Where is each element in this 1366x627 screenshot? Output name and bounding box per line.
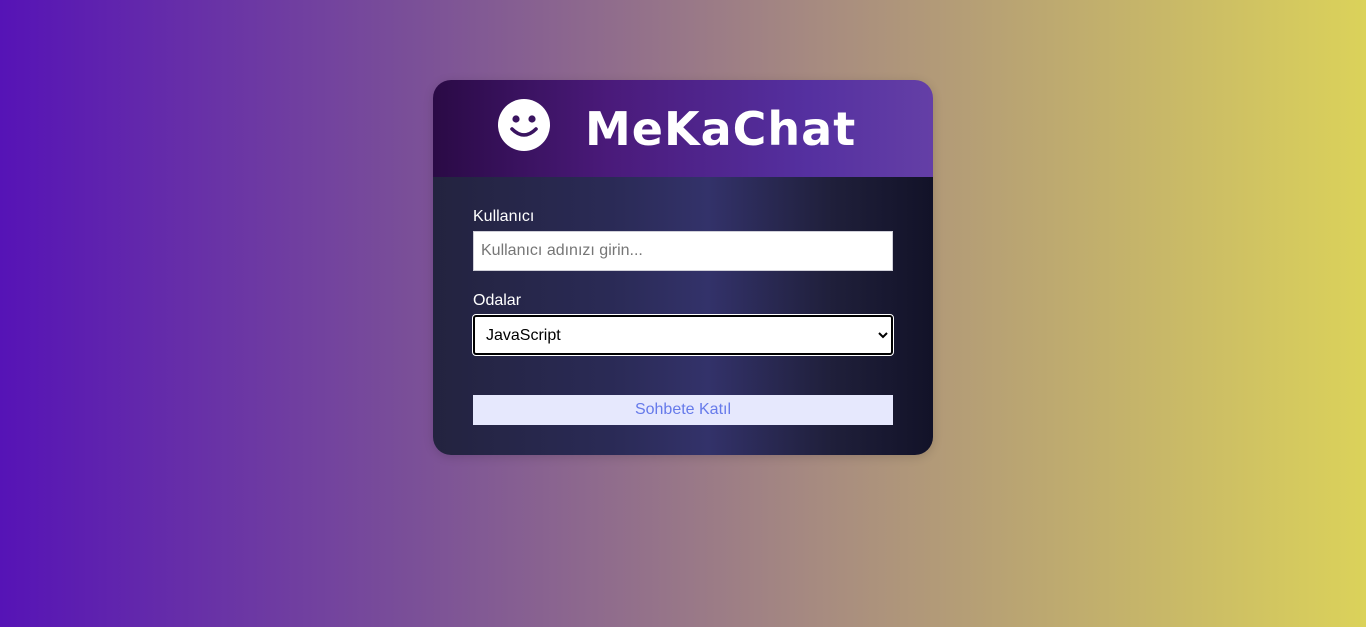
join-form: Kullanıcı Odalar JavaScript Sohbete Katı… bbox=[433, 177, 933, 455]
username-label: Kullanıcı bbox=[473, 208, 535, 225]
rooms-label: Odalar bbox=[473, 292, 522, 309]
card-header: MeKaChat bbox=[433, 80, 933, 177]
username-input[interactable] bbox=[473, 231, 893, 271]
room-select[interactable]: JavaScript bbox=[472, 314, 894, 356]
smiley-face-icon bbox=[498, 99, 550, 151]
join-chat-button[interactable]: Sohbete Katıl bbox=[473, 395, 893, 425]
app-title: MeKaChat bbox=[585, 102, 857, 156]
login-card: MeKaChat Kullanıcı Odalar JavaScript Soh… bbox=[433, 80, 933, 455]
